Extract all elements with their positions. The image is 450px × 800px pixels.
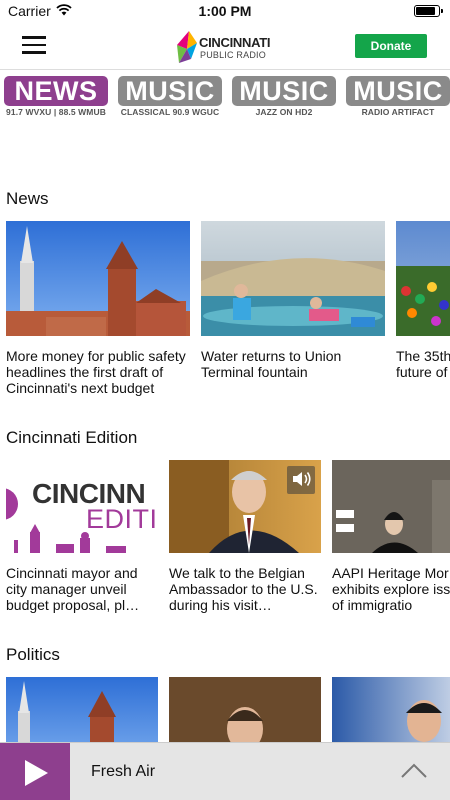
status-bar: Carrier 1:00 PM (0, 0, 450, 22)
story-image (332, 460, 450, 553)
station-music-classical[interactable]: MUSIC CLASSICAL 90.9 WGUC (118, 76, 222, 124)
story-headline: More money for public safety headlines t… (6, 348, 186, 396)
station-music-artifact[interactable]: MUSIC RADIO ARTIFACT (346, 76, 450, 124)
chevron-up-icon[interactable] (400, 761, 428, 784)
story-card[interactable]: CINCINN EDITI Cincinnati mayor and city … (6, 460, 158, 613)
station-sub: 91.7 WVXU | 88.5 WMUB (6, 107, 106, 117)
section-cincinnati-edition: Cincinnati Edition CINCINN EDITI Cincinn… (0, 428, 450, 613)
story-image (169, 460, 321, 553)
station-news[interactable]: NEWS 91.7 WVXU | 88.5 WMUB (4, 76, 108, 124)
section-title: News (6, 189, 49, 208)
story-card[interactable]: The 35th Reunion History a future of (396, 221, 450, 396)
battery-icon (414, 5, 443, 17)
story-image (201, 221, 385, 336)
clock: 1:00 PM (198, 3, 252, 19)
logo-title: CINCINNATI (199, 35, 271, 50)
station-label: MUSIC (118, 76, 222, 106)
logo[interactable]: CINCINNATI PUBLIC RADIO (175, 27, 275, 67)
donate-button[interactable]: Donate (355, 34, 427, 58)
story-headline: Water returns to Union Terminal fountain (201, 348, 342, 380)
menu-icon[interactable] (22, 36, 46, 54)
story-image (396, 221, 450, 336)
story-card[interactable]: We talk to the Belgian Ambassador to the… (169, 460, 321, 613)
story-image: CINCINN EDITI (6, 460, 158, 553)
story-card[interactable]: AAPI Heritage Mor art exhibits explore i… (332, 460, 450, 613)
now-playing-title: Fresh Air (91, 763, 156, 780)
story-headline: AAPI Heritage Mor art exhibits explore i… (332, 565, 450, 613)
audio-icon (291, 469, 313, 494)
station-music-jazz[interactable]: MUSIC JAZZ ON HD2 (232, 76, 336, 124)
station-label: MUSIC (346, 76, 450, 106)
mini-player: Fresh Air (0, 742, 450, 800)
story-image (6, 221, 190, 336)
station-sub: JAZZ ON HD2 (255, 107, 313, 117)
story-headline: Cincinnati mayor and city manager unveil… (6, 565, 140, 613)
section-title: Politics (6, 645, 60, 664)
story-card[interactable]: Water returns to Union Terminal fountain (201, 221, 385, 396)
story-headline: The 35th Reunion History a future of (396, 348, 450, 380)
story-headline: We talk to the Belgian Ambassador to the… (169, 565, 318, 613)
station-sub: RADIO ARTIFACT (361, 107, 435, 117)
logo-mark-icon (177, 31, 197, 63)
station-strip: NEWS 91.7 WVXU | 88.5 WMUB MUSIC CLASSIC… (0, 70, 450, 124)
play-button[interactable] (0, 743, 70, 800)
play-icon (25, 760, 48, 786)
section-title: Cincinnati Edition (6, 428, 138, 447)
story-card[interactable]: More money for public safety headlines t… (6, 221, 190, 396)
station-label: MUSIC (232, 76, 336, 106)
section-news: News More money for public safety headli… (0, 189, 450, 396)
station-label: NEWS (4, 76, 108, 106)
station-sub: CLASSICAL 90.9 WGUC (120, 107, 220, 117)
battery-fill (416, 7, 435, 15)
edition-art-line2: EDITI (86, 504, 158, 534)
logo-subtitle: PUBLIC RADIO (200, 50, 266, 60)
app-header: CINCINNATI PUBLIC RADIO Donate (0, 22, 450, 70)
